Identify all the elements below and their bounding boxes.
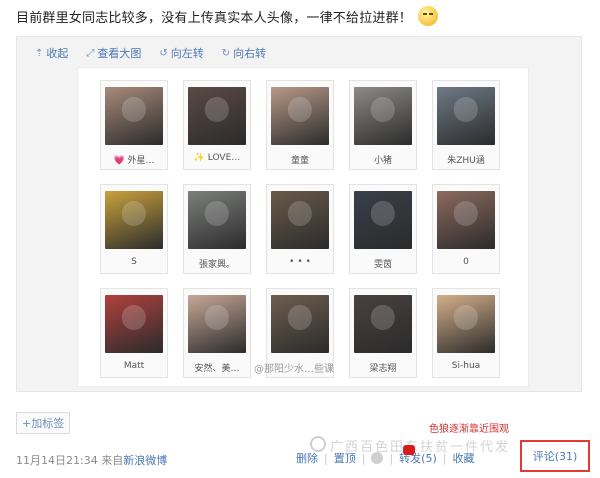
rotate-left-label: 向左转: [170, 47, 204, 60]
member-avatar: [354, 191, 412, 249]
wechat-watermark-icon: [310, 436, 326, 452]
member-name: Matt: [123, 361, 145, 371]
member-name: S: [131, 257, 137, 267]
rotate-left-button[interactable]: ↺ 向左转: [159, 45, 203, 61]
red-marker-icon: [403, 445, 415, 455]
image-toolbar: ⇡ 收起 ⤢ 查看大图 ↺ 向左转 ↻ 向右转: [35, 45, 266, 61]
member-name: 張家興。: [198, 260, 235, 270]
member-name: 安然、美…: [194, 364, 240, 374]
member-card[interactable]: ✨ LOVE…: [183, 80, 251, 170]
member-card[interactable]: 朱ZHU涵: [432, 80, 500, 170]
rotate-right-label: 向右转: [233, 47, 267, 60]
collapse-button[interactable]: ⇡ 收起: [35, 45, 68, 61]
member-card[interactable]: 小猪: [349, 80, 417, 170]
member-name: 朱ZHU涵: [447, 156, 485, 166]
source-link[interactable]: 新浪微博: [123, 454, 167, 467]
member-avatar: [354, 295, 412, 353]
member-avatar: [105, 295, 163, 353]
post-time: 11月14日21:34: [16, 454, 98, 467]
member-name: • • •: [289, 257, 311, 267]
expand-icon: ⤢: [86, 47, 95, 59]
member-name: 梁志翔: [369, 364, 397, 374]
member-name: ✨ LOVE…: [193, 153, 241, 163]
member-card[interactable]: 雯茵: [349, 184, 417, 274]
member-name: Si-hua: [451, 361, 481, 371]
post-text: 目前群里女同志比较多，没有上传真实本人头像，一律不给拉进群！: [16, 6, 439, 26]
member-avatar: [271, 87, 329, 145]
image-panel: ⇡ 收起 ⤢ 查看大图 ↺ 向左转 ↻ 向右转 💗 外星… ✨ LOVE… 童童 小猪…: [16, 36, 582, 392]
member-avatar: [271, 295, 329, 353]
add-tag-button[interactable]: +加标签: [16, 412, 71, 434]
member-avatar: [105, 87, 163, 145]
overlay-watermark: 广西百色田东扶贫一件代发: [330, 440, 511, 455]
member-avatar: [437, 87, 495, 145]
comment-button[interactable]: 评论(31): [520, 440, 590, 472]
smirk-emoji-icon: [418, 6, 439, 26]
member-name: 雯茵: [373, 260, 392, 270]
rotate-left-icon: ↺: [159, 47, 168, 59]
comment-label: 评论(31): [532, 450, 578, 463]
rotate-right-button[interactable]: ↻ 向右转: [222, 45, 266, 61]
member-avatar: [354, 87, 412, 145]
member-name: 0: [463, 257, 469, 267]
member-avatar: [188, 191, 246, 249]
member-card[interactable]: Matt: [100, 288, 168, 378]
member-avatar: [271, 191, 329, 249]
delete-link[interactable]: 删除: [296, 450, 318, 466]
collapse-label: 收起: [46, 47, 69, 60]
group-members-image[interactable]: 💗 外星… ✨ LOVE… 童童 小猪 朱ZHU涵 S 張家興。 • • • 雯茵 0 Matt 安然…: [77, 67, 529, 387]
member-card[interactable]: • • •: [266, 184, 334, 274]
post-text-content: 目前群里女同志比较多，没有上传真实本人头像，一律不给拉进群！: [16, 10, 413, 26]
member-avatar: [105, 191, 163, 249]
collapse-arrow-icon: ⇡: [35, 47, 44, 59]
member-card[interactable]: 梁志翔: [349, 288, 417, 378]
member-avatar: [437, 295, 495, 353]
divider: |: [324, 451, 328, 465]
member-name: 小猪: [373, 156, 392, 166]
view-large-button[interactable]: ⤢ 查看大图: [86, 45, 141, 61]
post-meta: 11月14日21:34 来自新浪微博: [16, 452, 167, 468]
member-card[interactable]: 0: [432, 184, 500, 274]
member-card[interactable]: 💗 外星…: [100, 80, 168, 170]
member-avatar: [188, 87, 246, 145]
view-large-label: 查看大图: [97, 47, 142, 60]
annotation-note: 色狼逐渐靠近围观: [429, 424, 509, 435]
member-card[interactable]: 安然、美…: [183, 288, 251, 378]
member-name: 💗 外星…: [113, 156, 155, 166]
member-avatar: [188, 295, 246, 353]
member-name: 童童: [290, 156, 309, 166]
member-card[interactable]: S: [100, 184, 168, 274]
image-watermark: @那阳少水…些课: [254, 364, 334, 375]
member-grid: 💗 外星… ✨ LOVE… 童童 小猪 朱ZHU涵 S 張家興。 • • • 雯茵 0 Matt 安然…: [100, 80, 500, 378]
member-avatar: [437, 191, 495, 249]
member-card[interactable]: Si-hua: [432, 288, 500, 378]
member-card[interactable]: 張家興。: [183, 184, 251, 274]
source-prefix: 来自: [101, 454, 124, 467]
rotate-right-icon: ↻: [221, 47, 231, 59]
member-card[interactable]: 童童: [266, 80, 334, 170]
